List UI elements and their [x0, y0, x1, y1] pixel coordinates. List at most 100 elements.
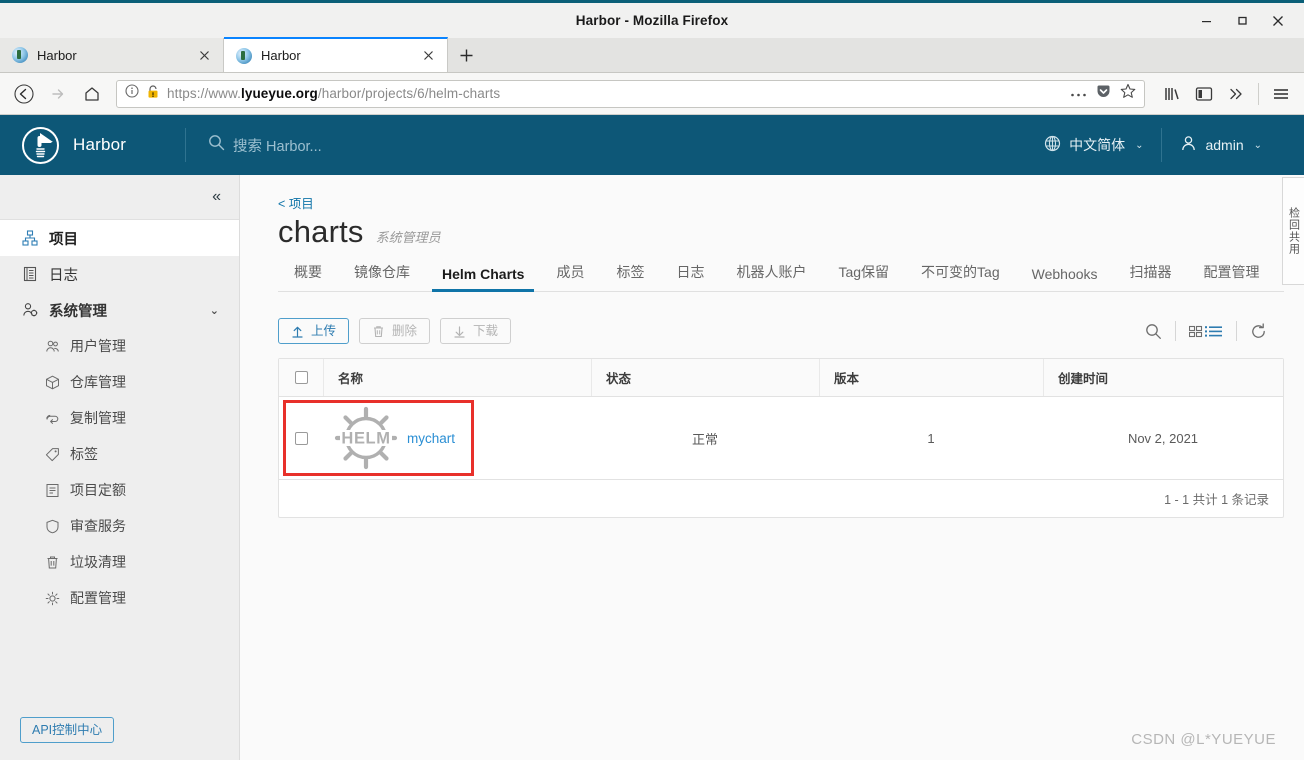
column-header-created[interactable]: 创建时间 — [1043, 359, 1283, 396]
trash-icon — [44, 554, 60, 570]
tab-webhooks[interactable]: Webhooks — [1016, 260, 1114, 291]
language-selector[interactable]: 中文简体 ⌄ — [1026, 115, 1161, 175]
toolbar-divider — [1258, 82, 1259, 105]
browser-navbar: https://www.lyueyue.org/harbor/projects/… — [0, 73, 1304, 115]
tab-robot-accounts[interactable]: 机器人账户 — [720, 256, 822, 291]
project-tabs: 概要 镜像仓库 Helm Charts 成员 标签 日志 机器人账户 Tag保留… — [278, 256, 1284, 292]
tab-scanner[interactable]: 扫描器 — [1114, 256, 1188, 291]
sidebar-item-registries[interactable]: 仓库管理 — [0, 364, 239, 400]
pagination-summary: 1 - 1 共计 1 条记录 — [1164, 493, 1269, 507]
harbor-body: « 项目 日志 系统管理 ⌄ 用户管理 仓库管理 复制管理 标签 项目定额 审查… — [0, 175, 1304, 760]
cell-version: 1 — [927, 430, 935, 446]
sidebar-icon[interactable] — [1189, 79, 1219, 109]
chevron-down-icon[interactable]: ⌄ — [210, 304, 219, 317]
forward-arrow-icon[interactable] — [42, 79, 74, 109]
sidebar-item-administration[interactable]: 系统管理 ⌄ — [0, 292, 239, 328]
side-panel-tab-label: 检回共用 — [1287, 207, 1300, 255]
administration-icon — [22, 302, 38, 318]
sidebar-subitem-label: 审查服务 — [70, 518, 126, 534]
sidebar-item-logs[interactable]: 日志 — [0, 256, 239, 292]
sidebar-collapse-button[interactable]: « — [0, 175, 239, 220]
page-role-badge: 系统管理员 — [375, 230, 441, 245]
sidebar-item-replications[interactable]: 复制管理 — [0, 400, 239, 436]
tab-repositories[interactable]: 镜像仓库 — [338, 256, 426, 291]
sidebar-item-configuration[interactable]: 配置管理 — [0, 580, 239, 616]
browser-tab-2[interactable]: Harbor — [224, 37, 448, 72]
chart-name-link[interactable]: mychart — [407, 431, 455, 446]
maximize-button[interactable] — [1224, 6, 1260, 36]
browser-toolbar-right — [1157, 79, 1296, 109]
page-title: charts — [278, 214, 364, 249]
browser-tab-1[interactable]: Harbor — [0, 38, 224, 72]
column-header-name[interactable]: 名称 — [323, 359, 591, 396]
home-icon[interactable] — [76, 79, 108, 109]
close-icon[interactable] — [419, 47, 437, 65]
ellipsis-icon[interactable] — [1070, 85, 1087, 103]
hamburger-menu-icon[interactable] — [1266, 79, 1296, 109]
pocket-icon[interactable] — [1096, 84, 1111, 104]
gear-icon — [44, 590, 60, 606]
insecure-lock-icon[interactable] — [146, 84, 160, 104]
column-header-status[interactable]: 状态 — [591, 359, 819, 396]
chevron-down-icon: ⌄ — [1253, 139, 1262, 151]
quota-icon — [44, 482, 60, 498]
sidebar-item-interrogation-services[interactable]: 审查服务 — [0, 508, 239, 544]
delete-button[interactable]: 删除 — [359, 318, 431, 344]
tab-configuration[interactable]: 配置管理 — [1188, 256, 1276, 291]
back-arrow-icon[interactable] — [8, 79, 40, 109]
close-button[interactable] — [1260, 6, 1296, 36]
api-console-button[interactable]: API控制中心 — [20, 716, 115, 743]
harbor-app: Harbor 搜索 Harbor... 中文简体 ⌄ admin ⌄ « 项目 … — [0, 115, 1304, 760]
info-circle-icon[interactable] — [125, 84, 139, 103]
tab-tag-retention[interactable]: Tag保留 — [822, 256, 905, 291]
download-button-label: 下载 — [473, 323, 499, 338]
checkbox-icon — [294, 431, 308, 445]
charts-toolbar: 上传 删除 下载 — [278, 318, 1284, 344]
minimize-button[interactable] — [1188, 6, 1224, 36]
log-icon — [22, 266, 38, 282]
column-header-version[interactable]: 版本 — [819, 359, 1043, 396]
row-checkbox[interactable] — [279, 397, 323, 479]
sidebar-subitem-label: 标签 — [70, 446, 98, 462]
sidebar-subitem-label: 仓库管理 — [70, 374, 126, 390]
tab-tag-immutability[interactable]: 不可变的Tag — [905, 256, 1016, 291]
sidebar-item-label: 项目 — [49, 231, 78, 248]
chart-name-cell[interactable]: HELM mychart — [323, 405, 455, 471]
select-all-checkbox[interactable] — [279, 359, 323, 396]
table-row[interactable]: HELM mychart 正常 1 Nov 2, 2021 — [279, 397, 1283, 479]
close-icon[interactable] — [195, 46, 213, 64]
sidebar-item-projects[interactable]: 项目 — [0, 220, 239, 256]
sidebar-item-garbage-collection[interactable]: 垃圾清理 — [0, 544, 239, 580]
language-label: 中文简体 — [1069, 137, 1126, 153]
replication-icon — [44, 410, 60, 426]
tab-logs[interactable]: 日志 — [660, 256, 720, 291]
view-toggle[interactable] — [1176, 324, 1236, 339]
shield-icon — [44, 518, 60, 534]
side-panel-tab[interactable]: 检回共用 — [1282, 177, 1304, 285]
table-header-row: 名称 状态 版本 创建时间 — [279, 359, 1283, 397]
search-icon[interactable] — [1132, 323, 1175, 340]
library-icon[interactable] — [1157, 79, 1187, 109]
global-search[interactable]: 搜索 Harbor... — [186, 134, 1026, 156]
new-tab-button[interactable] — [448, 38, 484, 72]
user-menu[interactable]: admin ⌄ — [1162, 115, 1280, 175]
tab-labels[interactable]: 标签 — [600, 256, 660, 291]
upload-button[interactable]: 上传 — [278, 318, 350, 344]
checkbox-icon — [294, 371, 308, 384]
sidebar-item-labels[interactable]: 标签 — [0, 436, 239, 472]
refresh-icon[interactable] — [1237, 322, 1280, 340]
harbor-brand-name: Harbor — [73, 135, 127, 154]
cell-created: Nov 2, 2021 — [1127, 430, 1199, 446]
harbor-brand[interactable]: Harbor — [0, 126, 185, 164]
breadcrumb[interactable]: < 项目 — [278, 193, 1284, 212]
download-button[interactable]: 下载 — [440, 318, 512, 344]
star-icon[interactable] — [1120, 83, 1136, 104]
sidebar-item-project-quotas[interactable]: 项目定额 — [0, 472, 239, 508]
svg-text:HELM: HELM — [341, 430, 390, 448]
tab-members[interactable]: 成员 — [540, 256, 600, 291]
tab-helm-charts[interactable]: Helm Charts — [426, 260, 540, 292]
tab-summary[interactable]: 概要 — [278, 256, 338, 291]
sidebar-item-users[interactable]: 用户管理 — [0, 328, 239, 364]
chevron-double-right-icon[interactable] — [1221, 79, 1251, 109]
url-bar[interactable]: https://www.lyueyue.org/harbor/projects/… — [116, 79, 1145, 108]
